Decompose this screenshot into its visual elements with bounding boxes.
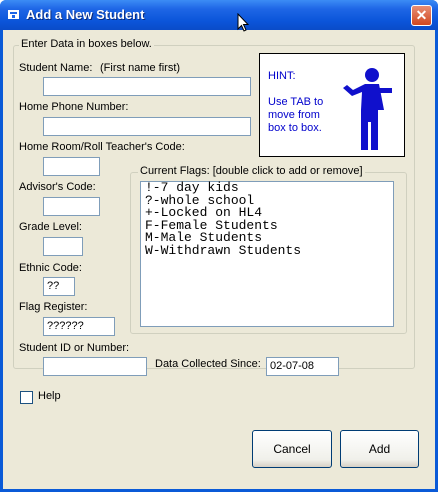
help-label: Help [38, 390, 61, 402]
dialog-body: Enter Data in boxes below. Student Name:… [3, 30, 435, 489]
app-icon [7, 8, 20, 21]
cancel-button[interactable]: Cancel [252, 430, 332, 468]
dialog-window: Add a New Student ✕ Enter Data in boxes … [0, 0, 438, 492]
home-phone-label: Home Phone Number: [19, 101, 129, 113]
flags-title: Current Flags: [double click to add or r… [138, 165, 365, 177]
home-room-input[interactable] [43, 157, 100, 176]
data-collected-label: Data Collected Since: [155, 358, 261, 370]
student-name-label: Student Name: [19, 62, 93, 74]
grade-level-input[interactable] [43, 237, 83, 256]
presenter-figure-icon [340, 66, 400, 155]
hint-title: HINT: [268, 70, 296, 82]
home-room-label: Home Room/Roll Teacher's Code: [19, 141, 185, 153]
ethnic-code-input[interactable]: ?? [43, 277, 75, 296]
group-title: Enter Data in boxes below. [19, 38, 154, 50]
close-icon: ✕ [415, 7, 428, 23]
help-checkbox[interactable] [20, 391, 33, 404]
advisor-input[interactable] [43, 197, 100, 216]
hint-panel: HINT: Use TAB to move from box to box. [259, 53, 405, 157]
data-collected-input[interactable]: 02-07-08 [266, 357, 339, 376]
close-button[interactable]: ✕ [411, 5, 432, 26]
mouse-cursor-icon [237, 12, 250, 36]
student-name-input[interactable] [43, 77, 251, 96]
advisor-label: Advisor's Code: [19, 181, 96, 193]
flag-register-input[interactable]: ?????? [43, 317, 115, 336]
home-phone-input[interactable] [43, 117, 251, 136]
window-title: Add a New Student [26, 7, 145, 22]
student-id-label: Student ID or Number: [19, 342, 130, 354]
flag-register-label: Flag Register: [19, 301, 88, 313]
grade-level-label: Grade Level: [19, 221, 82, 233]
student-id-input[interactable] [43, 357, 147, 376]
hint-text: Use TAB to move from box to box. [268, 96, 324, 134]
title-bar[interactable]: Add a New Student ✕ [0, 0, 438, 30]
flag-list-item[interactable]: W-Withdrawn Students [145, 244, 389, 258]
ethnic-code-label: Ethnic Code: [19, 262, 82, 274]
add-button[interactable]: Add [340, 430, 419, 468]
student-name-hint: (First name first) [100, 62, 181, 74]
flags-listbox[interactable]: !-7 day kids ?-whole school +-Locked on HL… [140, 181, 394, 327]
